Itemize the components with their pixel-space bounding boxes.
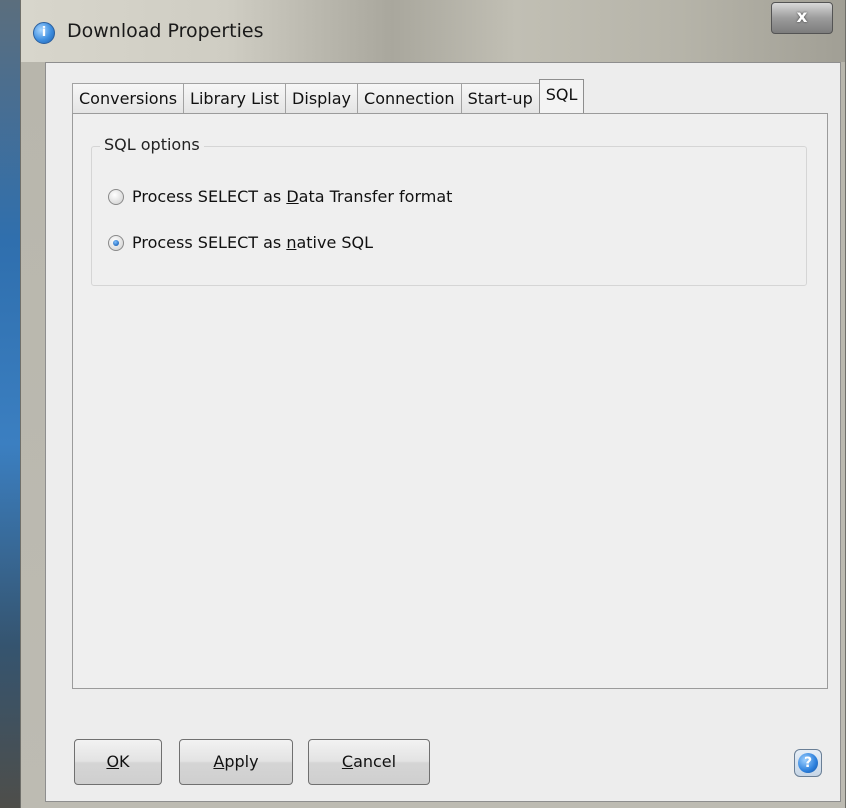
tab-display[interactable]: Display bbox=[285, 83, 359, 113]
label-suffix: ata Transfer format bbox=[298, 187, 453, 206]
ok-mnemonic: O bbox=[106, 752, 120, 771]
info-icon: i bbox=[33, 22, 55, 44]
label-mnemonic: n bbox=[286, 233, 297, 252]
download-properties-dialog: i Download Properties x Conversions Libr… bbox=[20, 0, 846, 808]
tab-connection[interactable]: Connection bbox=[357, 83, 462, 113]
radio-native-sql[interactable] bbox=[108, 234, 124, 251]
tab-sql[interactable]: SQL bbox=[538, 79, 585, 115]
label-prefix: Process SELECT as bbox=[132, 187, 287, 206]
tab-library-list[interactable]: Library List bbox=[183, 83, 287, 113]
ok-button[interactable]: OK bbox=[74, 739, 162, 785]
radio-data-transfer[interactable] bbox=[108, 188, 124, 205]
help-button[interactable]: ? bbox=[794, 749, 822, 777]
cancel-mnemonic: C bbox=[341, 752, 354, 771]
apply-button[interactable]: Apply bbox=[179, 739, 293, 785]
help-icon: ? bbox=[798, 753, 818, 773]
label-suffix: ative SQL bbox=[296, 233, 374, 252]
apply-mnemonic: A bbox=[213, 752, 225, 771]
data-transfer-option[interactable]: Process SELECT as Data Transfer format bbox=[108, 187, 452, 206]
sql-options-group: SQL options Process SELECT as Data Trans… bbox=[91, 135, 807, 286]
cancel-button[interactable]: Cancel bbox=[308, 739, 430, 785]
tab-start-up[interactable]: Start-up bbox=[460, 83, 540, 113]
title-bar[interactable]: i Download Properties x bbox=[21, 0, 845, 62]
label-mnemonic: D bbox=[286, 187, 299, 206]
group-title: SQL options bbox=[100, 135, 204, 154]
close-button[interactable]: x bbox=[771, 2, 833, 34]
ok-rest: K bbox=[119, 752, 130, 771]
cancel-rest: ancel bbox=[353, 752, 397, 771]
native-sql-option[interactable]: Process SELECT as native SQL bbox=[108, 233, 373, 252]
dialog-client-area: Conversions Library List Display Connect… bbox=[45, 62, 841, 802]
label-prefix: Process SELECT as bbox=[132, 233, 287, 252]
window-title: Download Properties bbox=[67, 20, 264, 42]
apply-rest: pply bbox=[224, 752, 259, 771]
tab-strip: Conversions Library List Display Connect… bbox=[72, 79, 585, 115]
close-icon: x bbox=[796, 7, 808, 27]
native-sql-label: Process SELECT as native SQL bbox=[132, 233, 373, 252]
sql-tab-panel: SQL options Process SELECT as Data Trans… bbox=[72, 113, 828, 689]
tab-conversions[interactable]: Conversions bbox=[72, 83, 185, 113]
data-transfer-label: Process SELECT as Data Transfer format bbox=[132, 187, 452, 206]
